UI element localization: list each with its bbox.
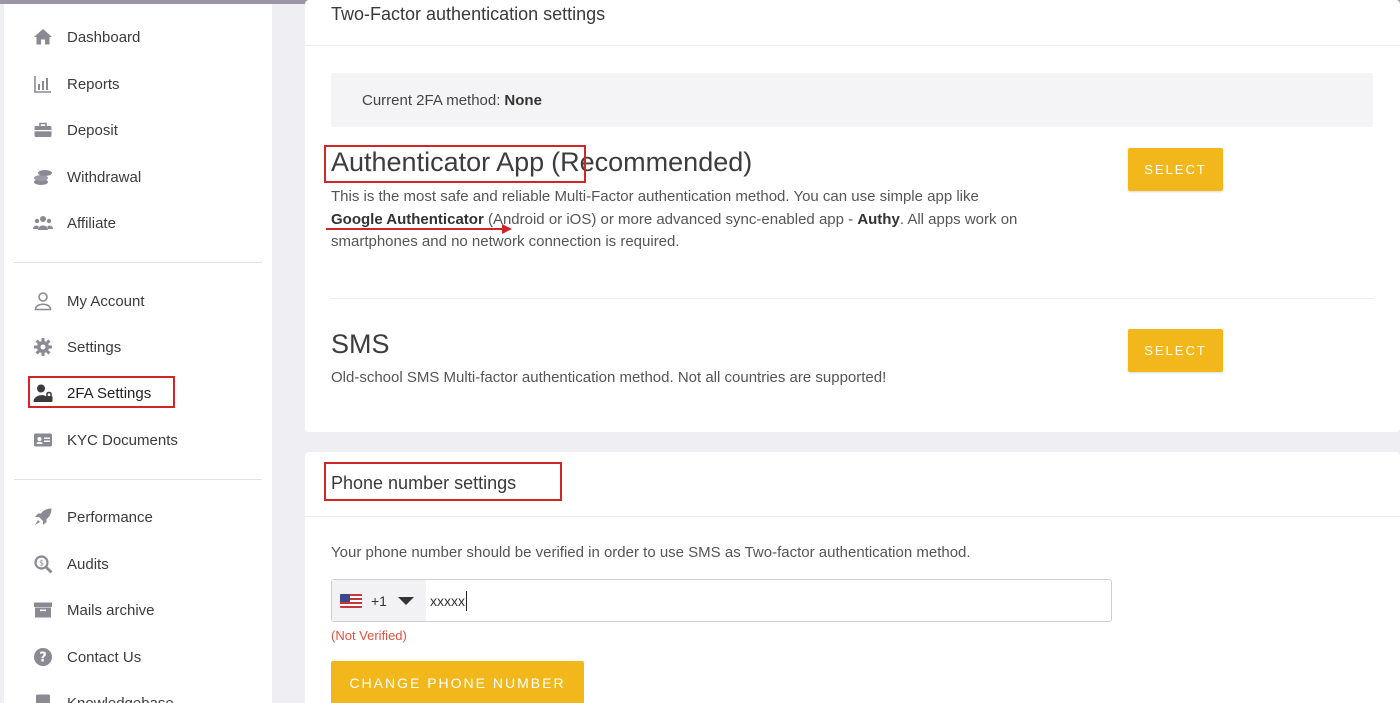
gear-icon: [30, 336, 56, 358]
sidebar-item-dashboard[interactable]: Dashboard: [30, 22, 140, 52]
sms-description: Old-school SMS Multi-factor authenticati…: [331, 369, 887, 386]
sidebar-divider: [14, 262, 262, 263]
sidebar-item-label: Deposit: [67, 121, 118, 139]
authenticator-app-description: This is the most safe and reliable Multi…: [331, 186, 1101, 254]
svg-text:$: $: [39, 559, 44, 568]
method-divider: [331, 298, 1373, 299]
book-icon: [30, 692, 56, 703]
phone-number-value: xxxxx: [430, 592, 465, 609]
sidebar-item-audits[interactable]: $ Audits: [30, 549, 109, 579]
chevron-down-icon: [397, 596, 414, 605]
sidebar-item-label: My Account: [67, 292, 145, 310]
desc-text: (Android or iOS) or more advanced sync-e…: [483, 210, 858, 228]
sidebar-item-label: Reports: [67, 75, 120, 93]
sidebar-item-deposit[interactable]: Deposit: [30, 115, 118, 145]
archive-icon: [30, 599, 56, 621]
svg-text:?: ?: [39, 651, 47, 666]
magnifier-icon: $: [30, 553, 56, 575]
sidebar-item-my-account[interactable]: My Account: [30, 286, 145, 316]
current-method-label: Current 2FA method:: [362, 91, 501, 109]
country-code: +1: [371, 592, 387, 609]
sidebar-item-kyc-documents[interactable]: KYC Documents: [30, 425, 178, 455]
verification-status: (Not Verified): [331, 628, 407, 643]
sidebar-item-label: Knowledgebase: [67, 694, 174, 703]
phone-description: Your phone number should be verified in …: [331, 544, 971, 561]
card-title-twofa: Two-Factor authentication settings: [331, 4, 606, 24]
authy-text: Authy: [857, 210, 900, 228]
sidebar-item-label: Settings: [67, 338, 122, 356]
country-code-select[interactable]: +1: [332, 580, 426, 621]
text-caret: [466, 590, 467, 611]
sidebar-item-contact-us[interactable]: ? Contact Us: [30, 642, 141, 672]
rocket-icon: [30, 506, 56, 528]
sidebar-divider: [14, 479, 262, 480]
sidebar-item-withdrawal[interactable]: Withdrawal: [30, 162, 141, 192]
sidebar-item-reports[interactable]: Reports: [30, 69, 120, 99]
sidebar-item-label: Dashboard: [67, 28, 141, 46]
current-2fa-method: Current 2FA method: None: [331, 73, 1373, 127]
coins-icon: [30, 166, 56, 188]
change-phone-number-button[interactable]: CHANGE PHONE NUMBER: [331, 661, 584, 703]
sidebar-item-label: Affiliate: [67, 214, 116, 232]
sidebar-item-affiliate[interactable]: Affiliate: [30, 208, 116, 238]
sidebar-item-label: Performance: [67, 508, 153, 526]
sidebar-item-label: Audits: [67, 555, 109, 573]
card-header-divider: [305, 45, 1400, 46]
reports-icon: [30, 73, 56, 95]
sidebar-item-label: KYC Documents: [67, 431, 178, 449]
card-header-divider: [305, 516, 1400, 517]
sidebar-item-label: Mails archive: [67, 601, 155, 619]
annotation-arrow: [326, 224, 512, 234]
sms-title: SMS: [331, 329, 390, 359]
annotation-highlight-2fa: [28, 376, 175, 408]
phone-field[interactable]: +1 xxxxx: [331, 579, 1112, 622]
home-icon: [30, 26, 56, 48]
phone-number-input[interactable]: xxxxx: [430, 580, 467, 621]
sidebar-item-label: Contact Us: [67, 648, 142, 666]
sidebar-item-knowledgebase[interactable]: Knowledgebase: [30, 688, 174, 703]
current-method-value: None: [504, 91, 542, 109]
question-icon: ?: [30, 646, 56, 668]
desc-text: This is the most safe and reliable Multi…: [331, 188, 979, 205]
sidebar-item-settings[interactable]: Settings: [30, 332, 121, 362]
briefcase-icon: [30, 119, 56, 141]
sidebar-item-mails-archive[interactable]: Mails archive: [30, 595, 155, 625]
annotation-highlight-authenticator: [324, 145, 586, 183]
sidebar-item-label: Withdrawal: [67, 168, 142, 186]
users-icon: [30, 212, 56, 234]
sidebar-item-performance[interactable]: Performance: [30, 502, 153, 532]
id-card-icon: [30, 429, 56, 451]
us-flag-icon: [340, 593, 362, 608]
annotation-highlight-phone: [324, 462, 562, 501]
select-authenticator-button[interactable]: SELECT: [1128, 148, 1223, 191]
sidebar: Dashboard Reports Deposit Withdrawal Aff…: [4, 4, 272, 703]
user-icon: [30, 290, 56, 312]
select-sms-button[interactable]: SELECT: [1128, 329, 1223, 372]
